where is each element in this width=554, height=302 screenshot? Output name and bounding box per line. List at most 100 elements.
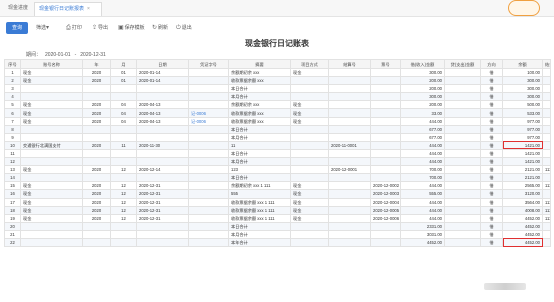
table-cell <box>542 229 551 239</box>
report-title: 现金银行日记账表 <box>245 39 309 48</box>
table-cell: 现金 <box>290 205 329 215</box>
table-row[interactable]: 12 本月合计 444.00 借 1421.00 <box>4 157 551 167</box>
column-header: 结算号 <box>328 59 371 69</box>
filter-button[interactable]: 筛选▾ <box>36 22 50 34</box>
table-cell: 33.00 <box>400 108 445 118</box>
close-icon[interactable]: × <box>87 6 90 12</box>
table-cell <box>444 173 481 183</box>
table-row[interactable]: 8 本日合计 677.00 借 977.00 <box>4 124 551 134</box>
table-cell <box>444 124 481 134</box>
table-row[interactable]: 5 现金 2020 04 2020-04-13 余额期初余 xxx 现金 200.00 借 500… <box>4 100 551 110</box>
query-button[interactable]: 查询 <box>6 22 28 34</box>
table-cell: 2020 <box>82 67 111 78</box>
table-cell: 3564.00 <box>502 197 543 207</box>
table-cell <box>370 165 401 175</box>
table-cell: 500.00 <box>502 100 543 110</box>
table-row[interactable]: 4 本月合计 300.00 借 300.00 <box>4 92 551 102</box>
table-cell: 4452.00 <box>502 213 543 223</box>
table-cell: 677.00 <box>400 124 445 134</box>
table-cell <box>188 67 229 78</box>
table-cell: 17 <box>4 197 21 207</box>
table-row[interactable]: 1 现金 2020 01 2020-01-14 余额期初余 xxx 现金 300.00 借 100… <box>4 67 551 78</box>
table-cell: 2020 <box>82 197 111 207</box>
table-row[interactable]: 9 本月合计 677.00 借 977.00 <box>4 132 551 142</box>
table-cell <box>188 181 229 191</box>
table-cell: 现金 <box>20 100 83 110</box>
table-cell: 2020-12-31 <box>136 213 189 223</box>
table-cell <box>82 229 111 239</box>
table-row[interactable]: 10 交通银行北满国支付 2020 11 2020-11-30 11 2020-11-000… <box>4 140 551 150</box>
table-row[interactable]: 18 现金 2020 12 2020-12-31 收款票据余额 xxx 1 111 现金 20… <box>4 205 551 215</box>
table-cell <box>136 173 189 183</box>
print-button[interactable]: ⎙打印 <box>66 22 82 34</box>
table-row[interactable]: 16 现金 2020 12 2020-12-31 555 现金 2020-12-0003 555… <box>4 189 551 199</box>
table-cell: 2121.00 <box>502 173 543 183</box>
table-cell <box>188 148 229 159</box>
table-cell <box>444 189 481 199</box>
table-cell: 700.00 <box>400 173 445 183</box>
notification-badge[interactable] <box>508 0 540 16</box>
table-cell: 11 <box>228 140 291 150</box>
table-cell: 借 <box>480 140 503 150</box>
table-row[interactable]: 21 本月合计 3031.00 借 4452.00 <box>4 229 551 239</box>
table-cell <box>370 157 401 167</box>
table-cell: 111 <box>542 197 551 207</box>
table-cell <box>328 237 371 248</box>
table-cell: 现金 <box>20 165 83 175</box>
table-cell: 977.00 <box>502 132 543 142</box>
table-cell <box>188 221 229 231</box>
table-cell <box>136 229 189 239</box>
table-cell: 444.00 <box>400 157 445 167</box>
table-cell: 2020-12-0004 <box>370 197 401 207</box>
table-cell: 2020-12-31 <box>136 197 189 207</box>
table-row[interactable]: 15 现金 2020 12 2020-12-31 余额期初余 xxx 1 111 现金 202… <box>4 181 551 191</box>
export-button[interactable]: ⇪导出 <box>92 22 108 34</box>
table-row[interactable]: 6 现金 2020 04 2020-04-13 记-0006 收款票据余额 xxx 现金 33.… <box>4 108 551 118</box>
table-row[interactable]: 7 现金 2020 04 2020-04-13 记-0006 收款票据余额 xxx 现金 444… <box>4 116 551 126</box>
table-cell <box>20 124 83 134</box>
table-cell: 200.00 <box>400 76 445 86</box>
table-cell: 本日合计 <box>228 221 291 231</box>
table-cell: 现金 <box>290 213 329 223</box>
table-row[interactable]: 2 现金 2020 01 2020-01-14 收款票据余额 xxx 200.00 借 300.… <box>4 76 551 86</box>
save-template-button[interactable]: ▣保存模板 <box>118 22 145 34</box>
table-cell: 444.00 <box>400 181 445 191</box>
table-row[interactable]: 3 本日合计 200.00 借 300.00 <box>4 84 551 94</box>
table-row[interactable]: 13 现金 2020 12 2020-12-14 123 2020-12-0001 700.0… <box>4 165 551 175</box>
table-row[interactable]: 14 本日合计 700.00 借 2121.00 <box>4 173 551 183</box>
period-separator: - <box>74 52 77 58</box>
table-row[interactable]: 17 现金 2020 12 2020-12-31 收款票据余额 xxx 1 111 现金 20… <box>4 197 551 207</box>
table-cell: 111 <box>542 165 551 175</box>
table-cell <box>188 173 229 183</box>
table-cell <box>370 100 401 110</box>
table-cell <box>82 237 111 248</box>
table-row[interactable]: 11 本日合计 444.00 借 1421.00 <box>4 148 551 159</box>
exit-button[interactable]: ⏻退出 <box>176 22 192 34</box>
table-cell <box>444 237 481 248</box>
table-cell: 现金 <box>20 108 83 118</box>
table-cell <box>328 181 371 191</box>
table-cell: 533.00 <box>502 108 543 118</box>
table-cell <box>328 173 371 183</box>
table-cell: 2020-12-0002 <box>370 181 401 191</box>
table-cell: 借 <box>480 173 503 183</box>
table-cell: 2020-12-0006 <box>370 213 401 223</box>
table-cell <box>20 148 83 159</box>
table-cell: 现金 <box>290 181 329 191</box>
table-cell <box>370 76 401 86</box>
table-cell <box>290 173 329 183</box>
refresh-button[interactable]: ↻刷新 <box>152 22 168 34</box>
table-cell <box>136 132 189 142</box>
table-cell: 977.00 <box>502 116 543 126</box>
table-row[interactable]: 22 本年合计 4452.00 借 4452.00 <box>4 237 551 248</box>
tab-cash-progress[interactable]: 现金进度 <box>4 2 38 15</box>
table-cell: 14 <box>4 173 21 183</box>
table-row[interactable]: 20 本日合计 2331.00 借 4452.00 <box>4 221 551 231</box>
table-row[interactable]: 19 现金 2020 12 2020-12-31 收款票据余额 xxx 1 111 现金 20… <box>4 213 551 223</box>
table-cell <box>444 116 481 126</box>
table-cell <box>444 205 481 215</box>
table-cell: 现金 <box>20 205 83 215</box>
table-cell: 收款票据余额 xxx <box>228 76 291 86</box>
table-cell: 本月合计 <box>228 132 291 142</box>
tab-cash-bank-journal[interactable]: 现金银行日记账报表 × <box>34 2 102 16</box>
